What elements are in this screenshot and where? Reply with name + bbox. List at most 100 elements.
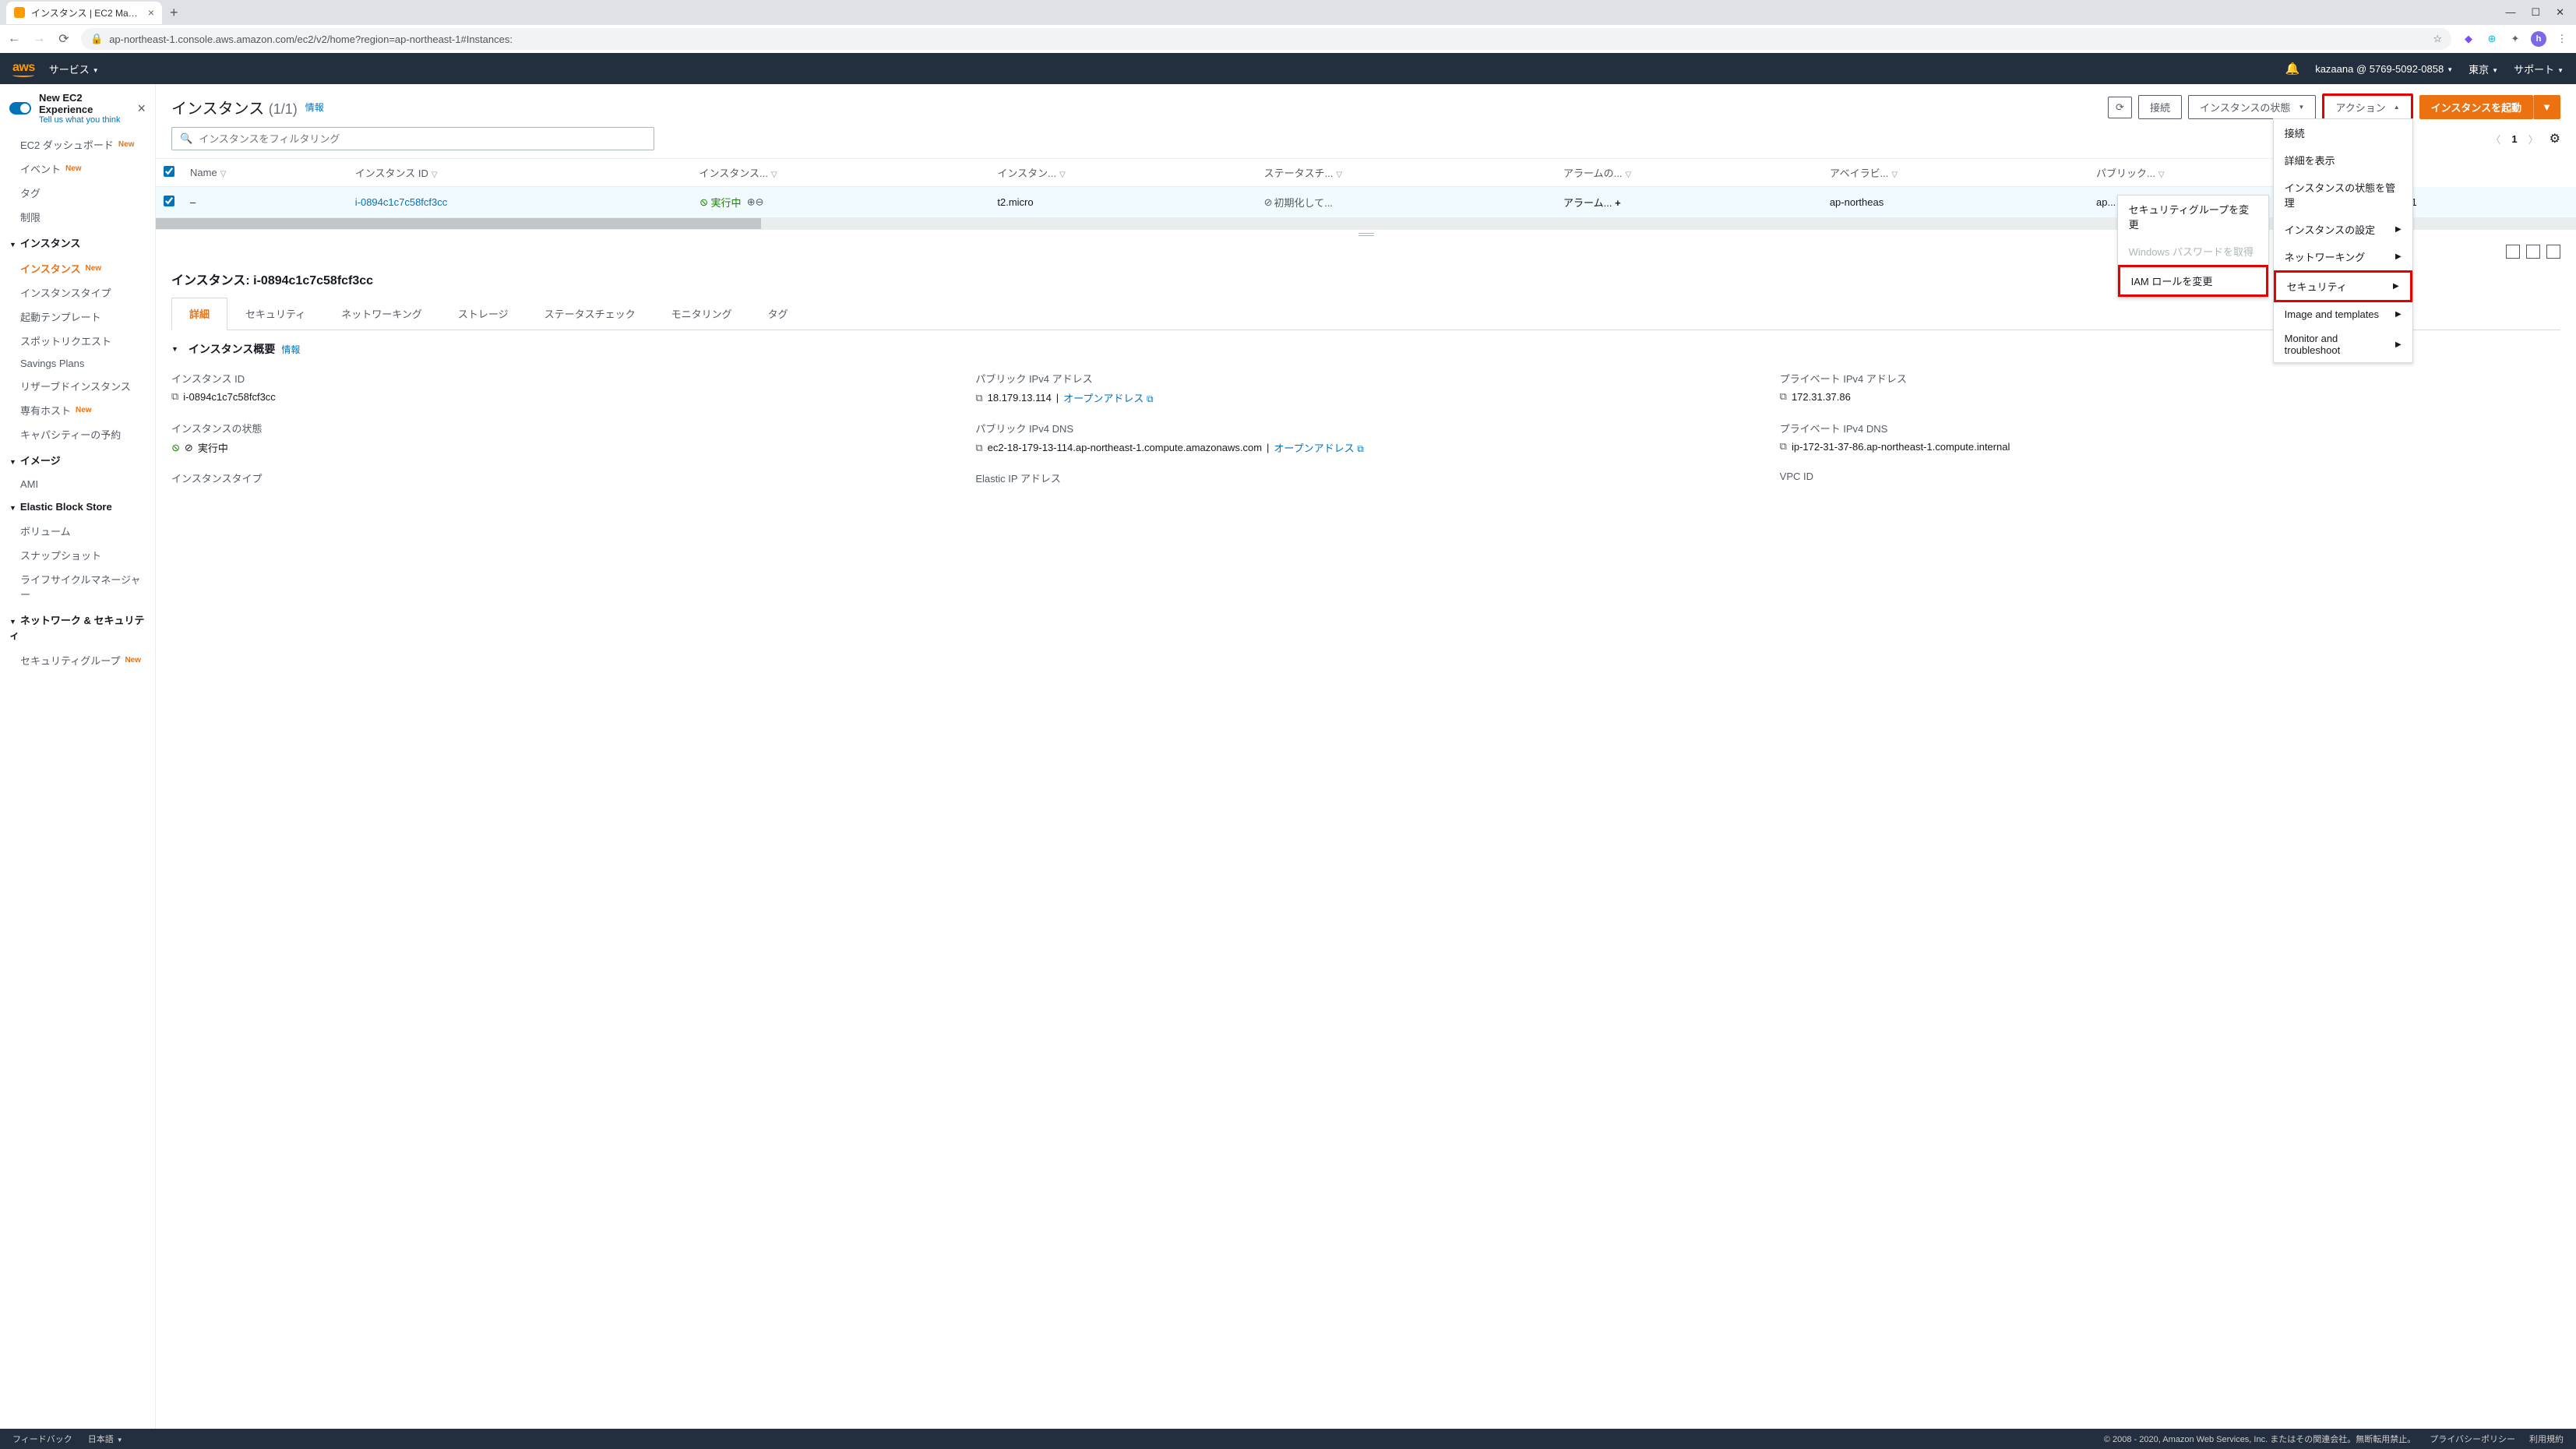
column-header[interactable]: ステータスチ...▽ xyxy=(1256,159,1556,187)
connect-button[interactable]: 接続 xyxy=(2138,95,2182,119)
sidebar-item[interactable]: スポットリクエスト xyxy=(0,329,155,353)
sidebar-item[interactable]: EC2 ダッシュボードNew xyxy=(0,132,155,157)
info-link[interactable]: 情報 xyxy=(305,100,324,114)
notifications-icon[interactable]: 🔔 xyxy=(2285,62,2300,76)
menu-dots-icon[interactable]: ⋮ xyxy=(2554,31,2570,47)
extension-icon-1[interactable]: ◆ xyxy=(2461,31,2476,47)
actions-button[interactable]: アクション xyxy=(2322,93,2412,121)
sidebar-item[interactable]: インスタンスタイプ xyxy=(0,280,155,305)
column-header[interactable]: インスタンス...▽ xyxy=(692,159,990,187)
details-tab[interactable]: セキュリティ xyxy=(227,298,323,330)
new-tab-button[interactable]: + xyxy=(170,5,178,21)
close-window-icon[interactable]: ✕ xyxy=(2556,6,2564,19)
extension-icon-2[interactable]: ⊕ xyxy=(2484,31,2500,47)
maximize-icon[interactable]: ☐ xyxy=(2531,6,2540,19)
sidebar-item[interactable]: ライフサイクルマネージャー xyxy=(0,567,155,606)
copy-icon[interactable]: ⧉ xyxy=(1780,390,1787,403)
select-all-checkbox[interactable] xyxy=(164,166,174,177)
sidebar-item[interactable]: イベントNew xyxy=(0,157,155,181)
instance-state-button[interactable]: インスタンスの状態 xyxy=(2188,95,2316,119)
filter-state-icon[interactable]: ⊕⊖ xyxy=(747,196,764,208)
extensions-puzzle-icon[interactable]: ✦ xyxy=(2507,31,2523,47)
column-header[interactable]: インスタンス ID▽ xyxy=(347,159,692,187)
sidebar-section-title[interactable]: Elastic Block Store xyxy=(0,495,155,519)
sidebar-item[interactable]: リザーブドインスタンス xyxy=(0,374,155,398)
column-header[interactable]: アラームの...▽ xyxy=(1556,159,1822,187)
copy-icon[interactable]: ⧉ xyxy=(171,390,178,403)
add-alarm-icon[interactable]: + xyxy=(1615,197,1621,209)
close-banner-icon[interactable]: × xyxy=(137,100,146,117)
actions-menu-item[interactable]: インスタンスの状態を管理 xyxy=(2274,174,2412,216)
view-layout-3-icon[interactable] xyxy=(2546,245,2560,259)
page-next-icon[interactable]: 〉 xyxy=(2528,132,2539,146)
actions-menu-item[interactable]: Image and templates▶ xyxy=(2274,302,2412,326)
submenu-item[interactable]: IAM ロールを変更 xyxy=(2118,265,2268,297)
star-icon[interactable]: ☆ xyxy=(2433,33,2442,45)
sidebar-item[interactable]: 専有ホストNew xyxy=(0,398,155,422)
back-icon[interactable]: ← xyxy=(6,32,22,46)
profile-icon[interactable]: h xyxy=(2531,31,2546,47)
sidebar-item[interactable]: キャパシティーの予約 xyxy=(0,422,155,446)
column-header[interactable]: Name▽ xyxy=(182,159,347,187)
search-input[interactable] xyxy=(199,133,646,145)
copy-icon[interactable]: ⧉ xyxy=(975,392,982,404)
account-menu[interactable]: kazaana @ 5769-5092-0858 xyxy=(2315,63,2453,75)
new-experience-subtitle[interactable]: Tell us what you think xyxy=(39,115,129,125)
launch-instance-button[interactable]: インスタンスを起動 xyxy=(2419,95,2533,119)
actions-menu-item[interactable]: Monitor and troubleshoot▶ xyxy=(2274,326,2412,362)
sidebar-section-title[interactable]: イメージ xyxy=(0,446,155,474)
row-checkbox[interactable] xyxy=(164,196,174,206)
sidebar-item[interactable]: セキュリティグループNew xyxy=(0,648,155,672)
sidebar-section-title[interactable]: インスタンス xyxy=(0,229,155,256)
sidebar-item[interactable]: 起動テンプレート xyxy=(0,305,155,329)
sidebar-item[interactable]: Savings Plans xyxy=(0,353,155,374)
details-tab[interactable]: ストレージ xyxy=(440,298,527,330)
actions-menu-item[interactable]: 詳細を表示 xyxy=(2274,146,2412,174)
sidebar-item[interactable]: AMI xyxy=(0,474,155,495)
search-box[interactable]: 🔍 xyxy=(171,127,654,150)
details-tab[interactable]: モニタリング xyxy=(654,298,750,330)
region-menu[interactable]: 東京 xyxy=(2469,62,2498,76)
instance-summary-expander[interactable]: インスタンス概要 情報 xyxy=(171,330,2560,363)
privacy-link[interactable]: プライバシーポリシー xyxy=(2430,1433,2515,1445)
details-tab[interactable]: 詳細 xyxy=(171,298,227,330)
page-prev-icon[interactable]: 〈 xyxy=(2490,132,2500,146)
actions-menu-item[interactable]: 接続 xyxy=(2274,119,2412,146)
view-layout-2-icon[interactable] xyxy=(2526,245,2540,259)
services-menu[interactable]: サービス xyxy=(49,62,99,76)
column-header[interactable]: アベイラビ...▽ xyxy=(1822,159,2088,187)
browser-tab[interactable]: インスタンス | EC2 Management Co × xyxy=(6,2,162,24)
language-selector[interactable]: 日本語 xyxy=(88,1433,123,1445)
sidebar-section-title[interactable]: ネットワーク & セキュリティ xyxy=(0,606,155,648)
open-address-link[interactable]: オープンアドレス ⧉ xyxy=(1063,390,1153,405)
sidebar-item[interactable]: 制限 xyxy=(0,205,155,229)
details-tab[interactable]: ネットワーキング xyxy=(323,298,440,330)
terms-link[interactable]: 利用規約 xyxy=(2529,1433,2564,1445)
aws-logo[interactable]: aws xyxy=(12,61,35,77)
actions-menu-item[interactable]: ネットワーキング▶ xyxy=(2274,243,2412,270)
sidebar-item[interactable]: ボリューム xyxy=(0,519,155,543)
view-layout-1-icon[interactable] xyxy=(2506,245,2520,259)
reload-icon[interactable]: ⟳ xyxy=(56,31,72,47)
feedback-link[interactable]: フィードバック xyxy=(12,1433,72,1445)
minimize-icon[interactable]: — xyxy=(2505,6,2515,19)
copy-icon[interactable]: ⧉ xyxy=(975,442,982,454)
sidebar-item[interactable]: インスタンスNew xyxy=(0,256,155,280)
cell-instance-id[interactable]: i-0894c1c7c58fcf3cc xyxy=(355,196,448,208)
details-tab[interactable]: ステータスチェック xyxy=(527,298,654,330)
copy-icon[interactable]: ⧉ xyxy=(1780,440,1787,453)
launch-instance-dropdown[interactable]: ▼ xyxy=(2533,95,2560,119)
new-experience-toggle[interactable] xyxy=(9,102,31,115)
forward-icon[interactable]: → xyxy=(31,32,47,46)
open-address-link-2[interactable]: オープンアドレス ⧉ xyxy=(1274,440,1363,455)
tab-close-icon[interactable]: × xyxy=(148,6,154,19)
sidebar-item[interactable]: タグ xyxy=(0,181,155,205)
refresh-button[interactable]: ⟳ xyxy=(2108,97,2132,118)
sidebar-item[interactable]: スナップショット xyxy=(0,543,155,567)
actions-menu-item[interactable]: インスタンスの設定▶ xyxy=(2274,216,2412,243)
url-field[interactable]: 🔒 ap-northeast-1.console.aws.amazon.com/… xyxy=(81,28,2451,50)
column-header[interactable]: インスタン...▽ xyxy=(989,159,1256,187)
actions-menu-item[interactable]: セキュリティ▶ xyxy=(2274,270,2412,302)
settings-gear-icon[interactable]: ⚙ xyxy=(2550,131,2560,146)
support-menu[interactable]: サポート xyxy=(2514,62,2564,76)
